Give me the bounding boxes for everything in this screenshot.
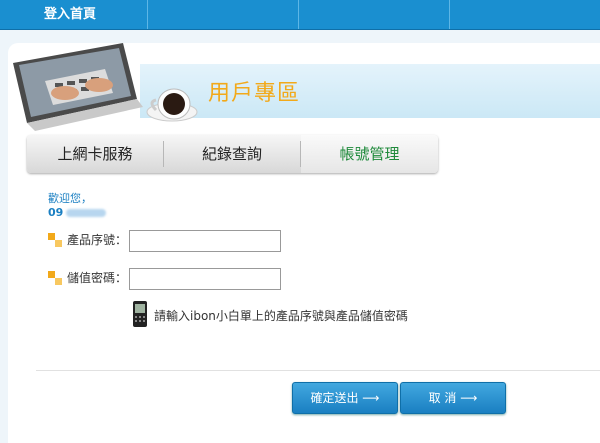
phone-blur <box>66 209 107 217</box>
tab-card-service[interactable]: 上網卡服務 <box>27 135 163 173</box>
mobile-phone-icon <box>133 301 147 327</box>
nav-divider <box>147 0 148 29</box>
pin-input[interactable] <box>129 268 281 290</box>
instruction-text: 請輸入ibon小白單上的產品序號與產品儲值密碼 <box>154 309 408 323</box>
page-title: 用戶專區 <box>208 81 301 106</box>
phone-prefix: 09 <box>48 206 64 219</box>
phone-number: 09 <box>48 206 107 219</box>
tab-bar: 上網卡服務 紀錄查詢 帳號管理 <box>27 135 438 173</box>
tab-account-management[interactable]: 帳號管理 <box>301 135 438 173</box>
tab-record-query[interactable]: 紀錄查詢 <box>164 135 300 173</box>
pin-row: 儲值密碼： <box>48 268 281 290</box>
home-link[interactable]: 登入首頁 <box>0 0 147 29</box>
top-nav-bar: 登入首頁 <box>0 0 600 30</box>
bullet-icon <box>48 271 62 285</box>
serial-row: 產品序號： <box>48 230 281 252</box>
laptop-image <box>13 43 143 131</box>
divider <box>36 370 600 371</box>
pin-label: 儲值密碼： <box>67 271 128 285</box>
serial-input[interactable] <box>129 230 281 252</box>
welcome-text: 歡迎您， <box>48 192 92 205</box>
instruction-note: 請輸入ibon小白單上的產品序號與產品儲值密碼 <box>132 300 408 330</box>
nav-divider <box>298 0 299 29</box>
coffee-cup-image <box>146 88 198 122</box>
bullet-icon <box>48 233 62 247</box>
serial-label: 產品序號： <box>67 233 128 247</box>
cancel-button[interactable]: 取 消 ⟶ <box>400 382 506 414</box>
confirm-button[interactable]: 確定送出 ⟶ <box>292 382 398 414</box>
nav-divider <box>449 0 450 29</box>
